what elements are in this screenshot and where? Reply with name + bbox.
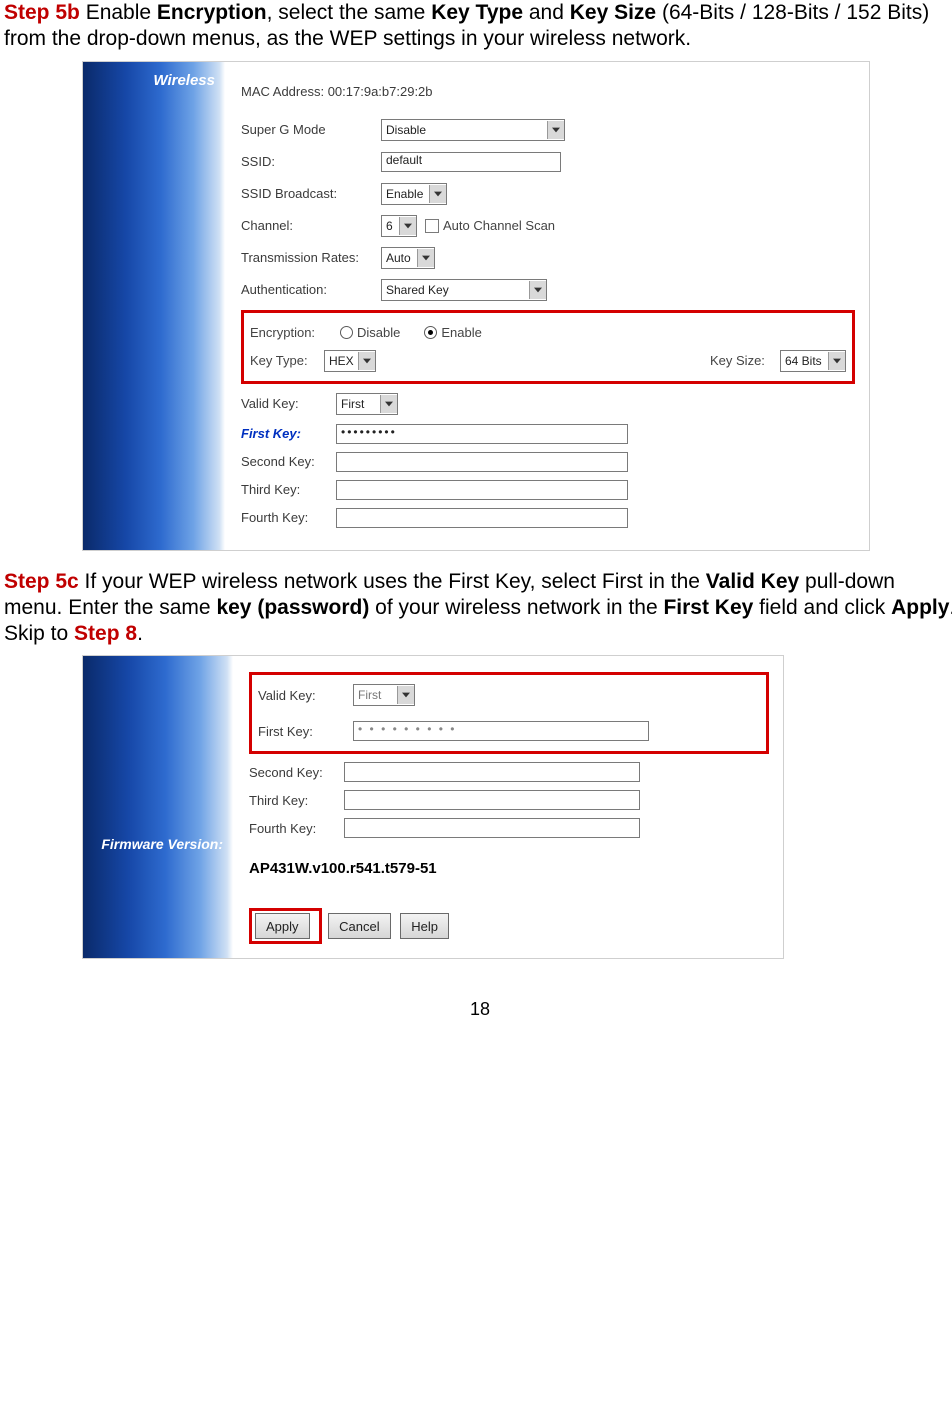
chevron-down-icon [417, 249, 434, 267]
fig2-validkey-select[interactable]: First [353, 684, 415, 706]
auth-select[interactable]: Shared Key [381, 279, 547, 301]
encryption-disable-radio[interactable] [340, 326, 353, 339]
txrate-label: Transmission Rates: [241, 250, 381, 265]
fig2-sidebar-title: Firmware Version: [93, 666, 223, 852]
thirdkey-input[interactable] [336, 480, 628, 500]
ssid-input[interactable]: default [381, 152, 561, 172]
chevron-down-icon [529, 281, 546, 299]
chevron-down-icon [380, 395, 397, 413]
fig2-thirdkey-label: Third Key: [249, 793, 344, 808]
figure-1-wireless-settings: Wireless MAC Address: 00:17:9a:b7:29:2b … [82, 61, 870, 551]
validkey-highlight-box: Valid Key: First First Key: • • • • • • … [249, 672, 769, 754]
mac-address-row: MAC Address: 00:17:9a:b7:29:2b [241, 80, 855, 104]
mac-address-text: MAC Address: 00:17:9a:b7:29:2b [241, 84, 433, 99]
page-number: 18 [4, 999, 952, 1020]
fourthkey-input[interactable] [336, 508, 628, 528]
validkey-label: Valid Key: [241, 396, 336, 411]
fig1-sidebar-title: Wireless [93, 72, 215, 89]
superg-label: Super G Mode [241, 122, 381, 137]
keysize-select[interactable]: 64 Bits [780, 350, 846, 372]
chevron-down-icon [397, 686, 414, 704]
thirdkey-label: Third Key: [241, 482, 336, 497]
fourthkey-label: Fourth Key: [241, 510, 336, 525]
autochannel-checkbox[interactable] [425, 219, 439, 233]
chevron-down-icon [828, 352, 845, 370]
ssidbroadcast-select[interactable]: Enable [381, 183, 447, 205]
chevron-down-icon [429, 185, 446, 203]
fig2-validkey-label: Valid Key: [258, 688, 353, 703]
firmware-version-value: AP431W.v100.r541.t579-51 [249, 860, 437, 877]
help-button[interactable]: Help [400, 913, 449, 939]
fig2-firstkey-input[interactable]: • • • • • • • • • [353, 721, 649, 741]
secondkey-label: Second Key: [241, 454, 336, 469]
auth-label: Authentication: [241, 282, 381, 297]
chevron-down-icon [358, 352, 375, 370]
fig2-thirdkey-input[interactable] [344, 790, 640, 810]
step5c-paragraph: Step 5c If your WEP wireless network use… [4, 569, 952, 648]
keytype-select[interactable]: HEX [324, 350, 376, 372]
step5b-label: Step 5b [4, 1, 80, 24]
encryption-enable-radio[interactable] [424, 326, 437, 339]
fig2-secondkey-label: Second Key: [249, 765, 344, 780]
figure-2-key-apply: Firmware Version: Valid Key: First First… [82, 655, 784, 959]
fig1-sidebar: Wireless [83, 62, 225, 550]
txrate-select[interactable]: Auto [381, 247, 435, 269]
fig2-fourthkey-label: Fourth Key: [249, 821, 344, 836]
apply-highlight-box: Apply [249, 908, 322, 944]
secondkey-input[interactable] [336, 452, 628, 472]
fig2-sidebar: Firmware Version: [83, 656, 233, 958]
autochannel-label: Auto Channel Scan [443, 218, 555, 233]
firstkey-label: First Key: [241, 426, 336, 441]
chevron-down-icon [399, 217, 416, 235]
ssid-label: SSID: [241, 154, 381, 169]
encryption-label: Encryption: [250, 325, 340, 340]
superg-select[interactable]: Disable [381, 119, 565, 141]
step5b-paragraph: Step 5b Enable Encryption, select the sa… [4, 0, 952, 53]
validkey-select[interactable]: First [336, 393, 398, 415]
cancel-button[interactable]: Cancel [328, 913, 390, 939]
channel-select[interactable]: 6 [381, 215, 417, 237]
fig2-secondkey-input[interactable] [344, 762, 640, 782]
keytype-label: Key Type: [250, 353, 324, 368]
chevron-down-icon [547, 121, 564, 139]
apply-button[interactable]: Apply [255, 913, 310, 939]
channel-label: Channel: [241, 218, 381, 233]
fig2-firstkey-label: First Key: [258, 724, 353, 739]
firstkey-input[interactable]: ••••••••• [336, 424, 628, 444]
step5c-label: Step 5c [4, 570, 79, 593]
ssidbroadcast-label: SSID Broadcast: [241, 186, 381, 201]
encryption-highlight-box: Encryption: Disable Enable Key Type: HEX [241, 310, 855, 384]
fig2-fourthkey-input[interactable] [344, 818, 640, 838]
keysize-label: Key Size: [710, 353, 780, 368]
